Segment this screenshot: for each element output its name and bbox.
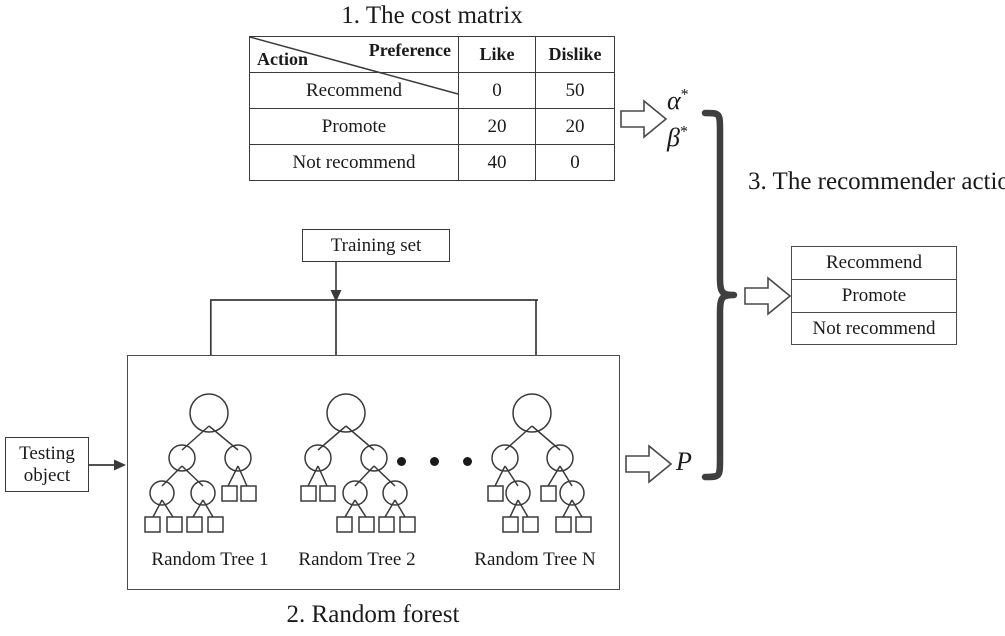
action-option-not-recommend[interactable]: Not recommend — [791, 312, 957, 345]
row-action-label: Not recommend — [249, 144, 459, 181]
recommender-action-arrow — [744, 276, 792, 316]
block-arrow-right-icon — [625, 444, 673, 484]
action-option-promote[interactable]: Promote — [791, 279, 957, 312]
cost-matrix-table-wrap: Preference Action Like Dislike Recommend… — [249, 36, 615, 181]
cell-dislike: 20 — [535, 108, 615, 145]
curly-brace-icon — [701, 109, 738, 481]
testing-object-connector — [89, 452, 129, 478]
probability-symbol: P — [676, 447, 692, 476]
cell-dislike: 50 — [535, 72, 615, 109]
cost-matrix-title: 1. The cost matrix — [341, 2, 523, 29]
corner-split-cell: Preference Action — [249, 36, 459, 95]
tree-label-1: Random Tree 1 — [151, 549, 269, 570]
cell-like: 0 — [458, 72, 536, 109]
ellipsis-dot — [430, 457, 439, 466]
table-header-row: Preference Action Like Dislike — [249, 36, 615, 95]
random-tree-n — [470, 390, 610, 542]
decision-tree-icon — [300, 393, 416, 533]
tree-label-2: Random Tree 2 — [298, 549, 416, 570]
block-arrow-right-icon — [620, 99, 668, 139]
random-tree-2 — [290, 390, 430, 542]
table-row: Promote 20 20 — [249, 108, 615, 145]
ellipsis-dot — [397, 457, 406, 466]
cost-matrix-output-arrow — [620, 99, 668, 139]
cost-matrix-table: Preference Action Like Dislike Recommend… — [249, 36, 615, 181]
preference-header-label: Preference — [368, 40, 451, 60]
action-header-label: Action — [257, 49, 308, 69]
beta-star-symbol: β* — [667, 123, 688, 152]
random-forest-title: 2. Random forest — [286, 601, 460, 628]
arrow-right-icon — [89, 459, 126, 471]
cell-dislike: 0 — [535, 144, 615, 181]
action-option-recommend[interactable]: Recommend — [791, 246, 957, 279]
column-header-dislike: Dislike — [535, 36, 615, 73]
aggregation-brace — [700, 105, 744, 485]
recommender-action-title: 3. The recommender action — [748, 168, 1005, 195]
block-arrow-right-icon — [744, 276, 792, 316]
diagram-canvas: 1. The cost matrix Preference Action Lik… — [0, 0, 1005, 636]
column-header-like: Like — [458, 36, 536, 73]
forest-output-arrow — [625, 444, 673, 484]
row-action-label: Promote — [249, 108, 459, 145]
random-tree-1 — [137, 390, 277, 542]
decision-tree-icon — [487, 393, 592, 533]
table-row: Not recommend 40 0 — [249, 144, 615, 181]
alpha-star-symbol: α* — [667, 86, 689, 115]
recommender-action-list: Recommend Promote Not recommend — [791, 246, 957, 345]
cell-like: 20 — [458, 108, 536, 145]
decision-tree-icon — [144, 393, 257, 533]
tree-label-n: Random Tree N — [474, 549, 596, 570]
testing-object-box[interactable]: Testing object — [5, 437, 89, 492]
cell-like: 40 — [458, 144, 536, 181]
training-set-box[interactable]: Training set — [302, 229, 450, 262]
